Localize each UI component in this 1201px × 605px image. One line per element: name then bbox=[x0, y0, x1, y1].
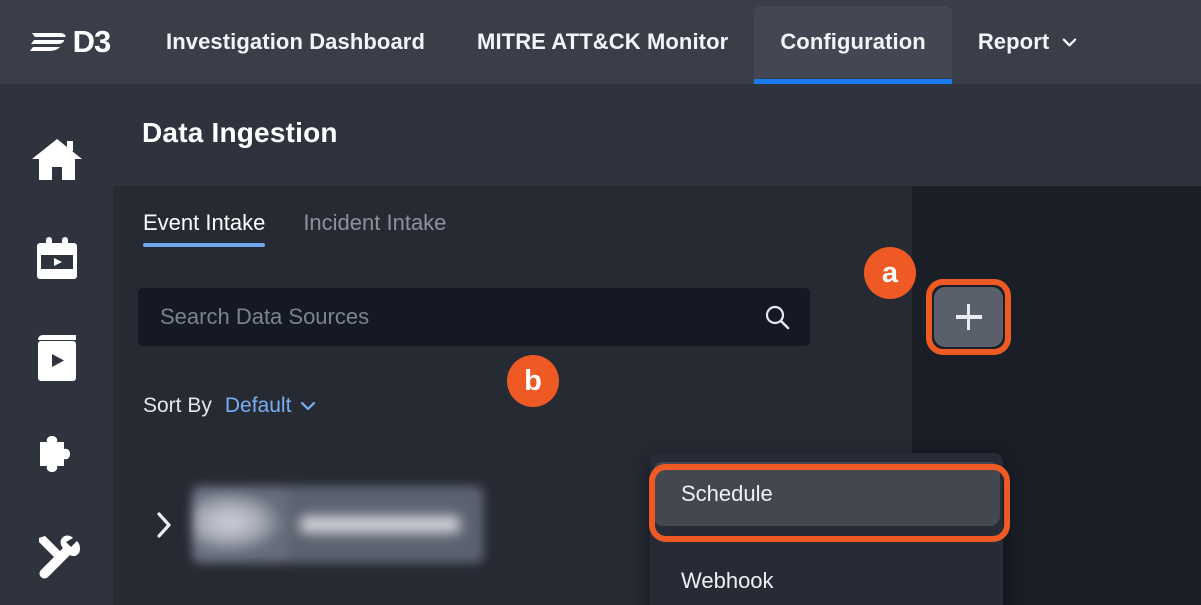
nav-label: Investigation Dashboard bbox=[166, 29, 426, 54]
dropdown-item-schedule[interactable]: Schedule bbox=[649, 462, 1010, 542]
dropdown-item-label: Webhook bbox=[681, 568, 774, 593]
sort-by-control: Sort By Default bbox=[143, 394, 316, 418]
top-header-bar: D3 Investigation Dashboard MITRE ATT&CK … bbox=[0, 0, 1201, 84]
sidebar-item-scheduled-playbooks[interactable] bbox=[0, 209, 113, 308]
tab-label: Incident Intake bbox=[303, 210, 447, 235]
home-icon bbox=[31, 137, 83, 183]
dropdown-item-label: Schedule bbox=[681, 481, 773, 506]
data-source-list-row bbox=[153, 486, 484, 563]
brand-logo-text: D3 bbox=[72, 24, 112, 59]
tab-event-intake[interactable]: Event Intake bbox=[143, 210, 266, 247]
chevron-down-icon bbox=[300, 398, 316, 414]
add-data-source-button[interactable] bbox=[934, 287, 1003, 347]
tools-icon bbox=[33, 532, 81, 580]
intake-tabs: Event Intake Incident Intake bbox=[143, 210, 446, 247]
tab-incident-intake[interactable]: Incident Intake bbox=[303, 210, 446, 247]
sidebar-item-home[interactable] bbox=[0, 110, 113, 209]
puzzle-icon bbox=[33, 434, 81, 480]
nav-item-mitre-attack-monitor[interactable]: MITRE ATT&CK Monitor bbox=[451, 0, 754, 84]
calendar-play-icon bbox=[33, 235, 81, 283]
nav-label: Configuration bbox=[780, 29, 926, 54]
annotation-badge-b: b bbox=[507, 355, 559, 407]
page-title: Data Ingestion bbox=[142, 117, 338, 148]
add-data-source-menu: Schedule Webhook bbox=[649, 453, 1010, 605]
tab-label: Event Intake bbox=[143, 210, 266, 235]
sort-by-value: Default bbox=[224, 394, 292, 417]
dropdown-item-webhook[interactable]: Webhook bbox=[650, 541, 1003, 605]
annotation-badge-a: a bbox=[864, 247, 916, 299]
sort-by-label: Sort By bbox=[143, 394, 212, 417]
primary-nav: Investigation Dashboard MITRE ATT&CK Mon… bbox=[140, 0, 1103, 84]
main-content: Data Ingestion Event Intake Incident Int… bbox=[113, 84, 1201, 605]
chevron-down-icon bbox=[1062, 35, 1077, 50]
search-input-placeholder: Search Data Sources bbox=[160, 304, 370, 329]
search-icon[interactable] bbox=[764, 304, 790, 330]
nav-item-configuration[interactable]: Configuration bbox=[754, 6, 952, 84]
search-row: Search Data Sources bbox=[138, 288, 810, 346]
nav-item-report[interactable]: Report bbox=[952, 0, 1104, 84]
brand-logo[interactable]: D3 bbox=[0, 0, 140, 84]
nav-item-investigation-dashboard[interactable]: Investigation Dashboard bbox=[140, 0, 451, 84]
app-root: D3 Investigation Dashboard MITRE ATT&CK … bbox=[0, 0, 1201, 605]
sidebar-item-utilities[interactable] bbox=[0, 506, 113, 605]
annotation-badge-label: a bbox=[881, 256, 899, 289]
sidebar-item-integrations[interactable] bbox=[0, 407, 113, 506]
chevron-right-icon[interactable] bbox=[153, 510, 175, 540]
nav-label: Report bbox=[977, 29, 1050, 54]
d3-logo-icon bbox=[29, 29, 70, 55]
annotation-badge-label: b bbox=[524, 364, 542, 397]
book-play-icon bbox=[34, 334, 80, 382]
search-data-sources-field[interactable]: Search Data Sources bbox=[138, 288, 810, 346]
nav-label: MITRE ATT&CK Monitor bbox=[477, 29, 729, 54]
left-sidebar bbox=[0, 84, 113, 605]
sidebar-item-playbook-library[interactable] bbox=[0, 308, 113, 407]
plus-icon bbox=[955, 304, 982, 330]
sort-by-dropdown[interactable]: Default bbox=[225, 394, 317, 418]
data-source-card-redacted[interactable] bbox=[192, 486, 484, 563]
